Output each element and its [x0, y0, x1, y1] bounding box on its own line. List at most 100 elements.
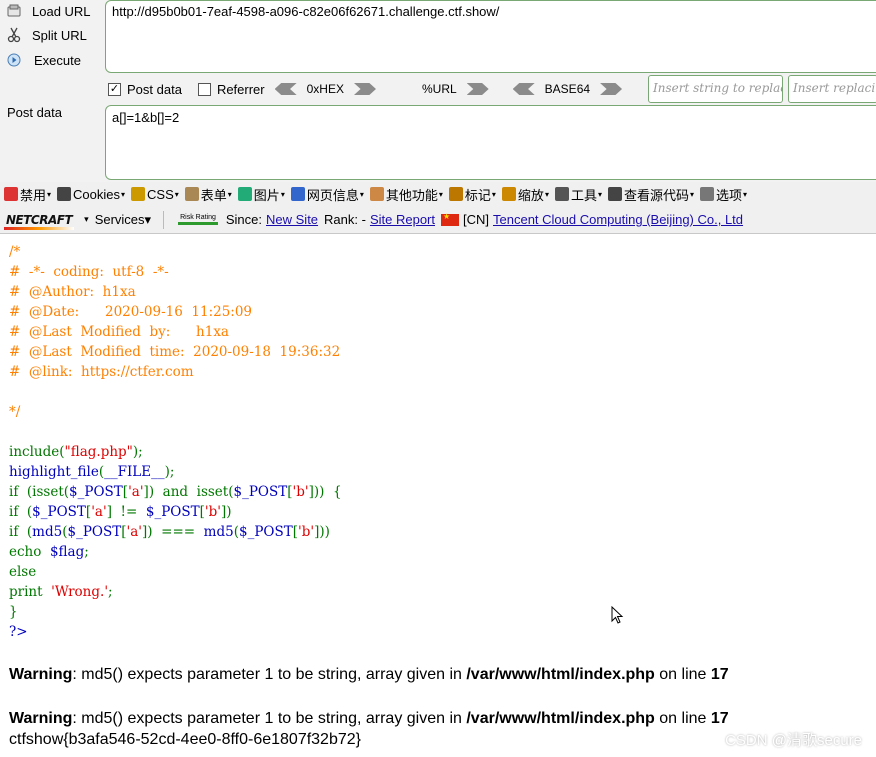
- decode-arrow-icon[interactable]: [274, 83, 297, 95]
- encode-arrow-icon[interactable]: [466, 83, 489, 95]
- execute-label: Execute: [34, 52, 81, 68]
- toolbar-menu-11[interactable]: 选项 ▾: [700, 185, 747, 204]
- toolbar-menu-8[interactable]: 缩放 ▾: [501, 185, 549, 204]
- code-token: 'b': [292, 484, 309, 500]
- services-caret-icon[interactable]: ▾: [84, 214, 89, 225]
- netcraft-logo[interactable]: NETCRAFT: [3, 213, 75, 230]
- dropdown-caret-icon: ▾: [544, 189, 549, 199]
- post-data-textarea[interactable]: a[]=1&b[]=2: [105, 105, 876, 180]
- code-token: ;: [108, 584, 113, 600]
- referrer-checkbox-label: Referrer: [216, 81, 265, 97]
- dropdown-caret-icon: ▾: [47, 189, 52, 199]
- netcraft-toolbar: NETCRAFT ▾ Services▾ Risk Rating Since: …: [0, 206, 876, 234]
- toolbar-menu-0[interactable]: 禁用 ▾: [4, 185, 51, 204]
- warning-message: : md5() expects parameter 1 to be string…: [72, 666, 467, 683]
- code-token: ?>: [9, 624, 28, 640]
- code-token: ]) ===: [142, 524, 204, 540]
- code-token: # @Date: 2020-09-16 11:25:09: [9, 304, 253, 320]
- warning-message: : md5() expects parameter 1 to be string…: [72, 710, 467, 727]
- split-url-button[interactable]: Split URL: [6, 24, 87, 46]
- warning-on-line: on line: [654, 710, 711, 727]
- source-line: if (md5($_POST['a']) === md5($_POST['b']…: [9, 522, 869, 542]
- php-warning-2: Warning: md5() expects parameter 1 to be…: [9, 709, 729, 729]
- code-token: );: [132, 444, 143, 460]
- source-line: if (isset($_POST['a']) and isset($_POST[…: [9, 482, 869, 502]
- source-line: # @Author: h1xa: [9, 282, 869, 302]
- warning-file: /var/www/html/index.php: [466, 710, 655, 727]
- source-line: # @link: https://ctfer.com: [9, 362, 869, 382]
- hackbar-options-row: ✓ Post data Referrer 0xHEX %URL BASE64: [108, 78, 630, 100]
- code-token: }: [9, 604, 18, 620]
- referrer-checkbox[interactable]: [197, 82, 211, 96]
- insert-string-input[interactable]: Insert string to replace: [648, 75, 783, 103]
- toolbar-menu-7[interactable]: 标记 ▾: [448, 185, 496, 204]
- code-token: highlight_file: [9, 464, 99, 480]
- post-data-checkbox-label: Post data: [127, 81, 182, 97]
- source-line: print 'Wrong.';: [9, 582, 869, 602]
- split-url-label: Split URL: [32, 27, 87, 43]
- toolbar-menu-icon: [607, 187, 622, 201]
- url-textarea[interactable]: http://d95b0b01-7eaf-4598-a096-c82e06f62…: [105, 0, 876, 73]
- risk-rating-meter[interactable]: Risk Rating: [178, 214, 218, 225]
- code-token: else: [9, 564, 37, 580]
- toolbar-menu-4[interactable]: 图片 ▾: [237, 185, 285, 204]
- code-token: ]): [220, 504, 232, 520]
- code-token: );: [164, 464, 175, 480]
- toolbar-menu-10[interactable]: 查看源代码 ▾: [607, 185, 695, 204]
- mouse-cursor-icon: [611, 606, 624, 624]
- base64-label: BASE64: [544, 82, 591, 96]
- toolbar-menu-1[interactable]: Cookies ▾: [57, 187, 125, 202]
- code-token: 'a': [128, 484, 144, 500]
- toolbar-menu-3[interactable]: 表单 ▾: [184, 185, 232, 204]
- dropdown-caret-icon: ▾: [743, 189, 748, 199]
- page-content: /* # -*- coding: utf-8 -*- # @Author: h1xa…: [9, 242, 869, 642]
- toolbar-menu-9[interactable]: 工具 ▾: [554, 185, 602, 204]
- warning-file: /var/www/html/index.php: [466, 666, 655, 683]
- code-token: md5: [32, 524, 63, 540]
- code-token: # @link: https://ctfer.com: [9, 364, 194, 380]
- post-data-checkbox[interactable]: ✓: [108, 82, 121, 96]
- source-line: [9, 382, 869, 402]
- base64-encoding-control[interactable]: BASE64: [512, 82, 623, 96]
- since-link[interactable]: New Site: [266, 212, 318, 227]
- scissors-icon: [6, 27, 22, 43]
- web-developer-toolbar: 禁用 ▾ Cookies ▾ CSS ▾ 表单 ▾ 图片 ▾ 网页信息 ▾ 其他功能 ▾ 标记 ▾ 缩放 ▾ 工具 ▾…: [0, 182, 876, 206]
- hosting-provider-link[interactable]: Tencent Cloud Computing (Beijing) Co., L…: [493, 212, 743, 227]
- services-menu[interactable]: Services▾: [95, 212, 151, 228]
- load-url-button[interactable]: Load URL: [6, 0, 91, 22]
- toolbar-menu-5[interactable]: 网页信息 ▾: [290, 185, 364, 204]
- warning-line-number: 17: [710, 666, 729, 683]
- code-token: */: [9, 404, 21, 420]
- decode-arrow-icon[interactable]: [512, 83, 535, 95]
- toolbar-menu-label: CSS: [147, 186, 174, 202]
- code-token: # @Last Modified time: 2020-09-18 19:36:…: [9, 344, 341, 360]
- dropdown-caret-icon: ▾: [690, 189, 695, 199]
- replacing-string-input[interactable]: Insert replacing string: [788, 75, 876, 103]
- toolbar-menu-icon: [131, 187, 146, 201]
- hex-encoding-control[interactable]: 0xHEX: [274, 82, 376, 96]
- code-token: # @Last Modified by: h1xa: [9, 324, 229, 340]
- code-token: # -*- coding: utf-8 -*-: [9, 264, 169, 280]
- code-token: 'a': [91, 504, 107, 520]
- site-report-link[interactable]: Site Report: [370, 212, 435, 227]
- code-token: ]) and isset(: [143, 484, 234, 500]
- php-warning-1: Warning: md5() expects parameter 1 to be…: [9, 665, 729, 685]
- warning-line-number: 17: [710, 710, 729, 727]
- encode-arrow-icon[interactable]: [353, 83, 376, 95]
- source-line: ?>: [9, 622, 869, 642]
- execute-button[interactable]: Execute: [6, 49, 81, 71]
- toolbar-menu-2[interactable]: CSS ▾: [131, 187, 179, 202]
- source-line: if ($_POST['a'] != $_POST['b']): [9, 502, 869, 522]
- url-encoding-control[interactable]: %URL: [412, 82, 489, 96]
- code-token: $_POST: [69, 484, 123, 500]
- toolbar-menu-label: 工具: [570, 187, 597, 203]
- warning-label: Warning: [9, 666, 73, 683]
- dropdown-caret-icon: ▾: [491, 189, 496, 199]
- source-line: # @Last Modified by: h1xa: [9, 322, 869, 342]
- warning-label: Warning: [9, 710, 73, 727]
- code-token: $_POST: [238, 524, 293, 540]
- toolbar-menu-icon: [4, 187, 18, 201]
- dropdown-caret-icon: ▾: [438, 189, 443, 199]
- toolbar-menu-6[interactable]: 其他功能 ▾: [369, 185, 443, 204]
- encode-arrow-icon[interactable]: [600, 83, 623, 95]
